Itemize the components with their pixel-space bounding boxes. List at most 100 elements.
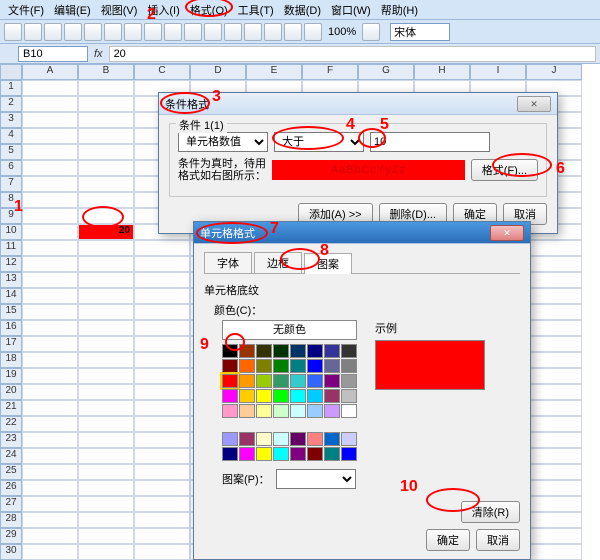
cell[interactable] bbox=[526, 256, 582, 272]
preview-icon[interactable] bbox=[84, 23, 102, 41]
cell[interactable] bbox=[78, 432, 134, 448]
condition-value-input[interactable] bbox=[370, 132, 490, 152]
cell[interactable] bbox=[526, 320, 582, 336]
menu-help[interactable]: 帮助(H) bbox=[377, 1, 422, 19]
cell[interactable] bbox=[134, 528, 190, 544]
color-swatch[interactable] bbox=[290, 374, 306, 388]
row-header[interactable]: 1 bbox=[0, 80, 22, 96]
cell[interactable] bbox=[526, 512, 582, 528]
cell[interactable] bbox=[78, 112, 134, 128]
color-swatch[interactable] bbox=[341, 447, 357, 461]
cell[interactable] bbox=[22, 224, 78, 240]
cell[interactable] bbox=[78, 512, 134, 528]
row-header[interactable]: 19 bbox=[0, 368, 22, 384]
tab-font[interactable]: 字体 bbox=[204, 252, 252, 273]
cell[interactable] bbox=[526, 496, 582, 512]
cell[interactable] bbox=[78, 448, 134, 464]
cell[interactable] bbox=[22, 208, 78, 224]
col-header[interactable]: F bbox=[302, 64, 358, 80]
new-icon[interactable] bbox=[4, 23, 22, 41]
cut-icon[interactable] bbox=[124, 23, 142, 41]
clear-button[interactable]: 清除(R) bbox=[461, 501, 520, 523]
cell[interactable] bbox=[526, 384, 582, 400]
color-swatch[interactable] bbox=[307, 447, 323, 461]
cell[interactable] bbox=[526, 416, 582, 432]
cell[interactable] bbox=[526, 368, 582, 384]
row-header[interactable]: 10 bbox=[0, 224, 22, 240]
row-header[interactable]: 8 bbox=[0, 192, 22, 208]
cell[interactable] bbox=[526, 432, 582, 448]
close-icon[interactable]: ✕ bbox=[490, 225, 524, 241]
row-header[interactable]: 22 bbox=[0, 416, 22, 432]
color-palette[interactable] bbox=[222, 344, 357, 418]
cell[interactable] bbox=[78, 304, 134, 320]
cell[interactable] bbox=[526, 480, 582, 496]
cell[interactable] bbox=[78, 368, 134, 384]
cell[interactable] bbox=[134, 336, 190, 352]
color-swatch[interactable] bbox=[222, 404, 238, 418]
color-swatch[interactable] bbox=[256, 447, 272, 461]
cell[interactable] bbox=[78, 272, 134, 288]
cell[interactable] bbox=[78, 176, 134, 192]
menu-insert[interactable]: 插入(I) bbox=[143, 1, 183, 19]
cell[interactable] bbox=[134, 384, 190, 400]
color-swatch[interactable] bbox=[341, 404, 357, 418]
color-swatch[interactable] bbox=[239, 447, 255, 461]
cell[interactable] bbox=[134, 288, 190, 304]
cell[interactable] bbox=[526, 240, 582, 256]
color-swatch[interactable] bbox=[307, 359, 323, 373]
color-swatch[interactable] bbox=[239, 432, 255, 446]
color-swatch[interactable] bbox=[324, 359, 340, 373]
cell[interactable] bbox=[22, 96, 78, 112]
row-header[interactable]: 16 bbox=[0, 320, 22, 336]
cell[interactable] bbox=[22, 128, 78, 144]
cell[interactable] bbox=[526, 544, 582, 560]
color-swatch[interactable] bbox=[256, 374, 272, 388]
row-header[interactable]: 7 bbox=[0, 176, 22, 192]
menu-data[interactable]: 数据(D) bbox=[280, 1, 325, 19]
col-header[interactable]: C bbox=[134, 64, 190, 80]
color-swatch[interactable] bbox=[256, 432, 272, 446]
cell[interactable] bbox=[22, 496, 78, 512]
row-header[interactable]: 20 bbox=[0, 384, 22, 400]
cell[interactable] bbox=[22, 144, 78, 160]
format-button[interactable]: 格式(F)... bbox=[471, 159, 538, 181]
cell[interactable] bbox=[78, 416, 134, 432]
condition-type-select[interactable]: 单元格数值 bbox=[178, 132, 268, 152]
color-swatch[interactable] bbox=[273, 447, 289, 461]
color-swatch[interactable] bbox=[273, 432, 289, 446]
save-icon[interactable] bbox=[44, 23, 62, 41]
cell[interactable] bbox=[22, 480, 78, 496]
color-swatch[interactable] bbox=[222, 359, 238, 373]
row-header[interactable]: 4 bbox=[0, 128, 22, 144]
cell[interactable] bbox=[22, 272, 78, 288]
cell[interactable] bbox=[22, 464, 78, 480]
row-header[interactable]: 30 bbox=[0, 544, 22, 560]
cell[interactable] bbox=[22, 176, 78, 192]
color-swatch[interactable] bbox=[324, 389, 340, 403]
color-swatch[interactable] bbox=[273, 374, 289, 388]
cell[interactable] bbox=[134, 416, 190, 432]
cell[interactable] bbox=[22, 544, 78, 560]
name-box[interactable]: B10 bbox=[18, 46, 88, 62]
cell[interactable] bbox=[134, 368, 190, 384]
cell[interactable] bbox=[526, 400, 582, 416]
color-swatch[interactable] bbox=[273, 344, 289, 358]
color-swatch[interactable] bbox=[324, 432, 340, 446]
cell[interactable] bbox=[22, 400, 78, 416]
col-header[interactable]: G bbox=[358, 64, 414, 80]
color-swatch[interactable] bbox=[239, 389, 255, 403]
cell[interactable] bbox=[134, 240, 190, 256]
cell[interactable] bbox=[134, 256, 190, 272]
row-header[interactable]: 5 bbox=[0, 144, 22, 160]
cell[interactable] bbox=[134, 352, 190, 368]
color-swatch[interactable] bbox=[222, 432, 238, 446]
cell[interactable] bbox=[78, 240, 134, 256]
color-swatch[interactable] bbox=[290, 359, 306, 373]
cell[interactable] bbox=[78, 320, 134, 336]
cell[interactable] bbox=[134, 496, 190, 512]
open-icon[interactable] bbox=[24, 23, 42, 41]
row-header[interactable]: 9 bbox=[0, 208, 22, 224]
row-header[interactable]: 26 bbox=[0, 480, 22, 496]
row-header[interactable]: 21 bbox=[0, 400, 22, 416]
